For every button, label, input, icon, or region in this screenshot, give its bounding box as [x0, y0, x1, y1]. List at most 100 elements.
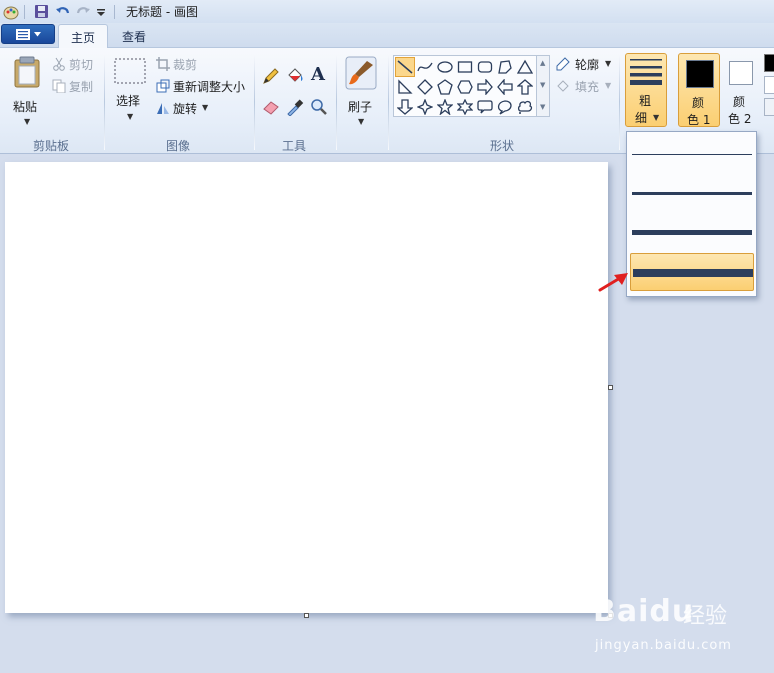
scissors-icon [53, 57, 65, 71]
save-icon[interactable] [33, 4, 49, 20]
shape-left-arrow[interactable] [495, 77, 515, 97]
rotate-button[interactable]: 旋转 ▼ [156, 99, 212, 117]
fill-tool[interactable] [284, 65, 306, 87]
shape-hexagon[interactable] [455, 77, 475, 97]
chevron-down-icon: ▼ [605, 81, 612, 90]
undo-icon[interactable] [55, 4, 71, 20]
left-arrow-icon [497, 79, 513, 95]
scroll-down-icon[interactable]: ▼ [540, 81, 545, 89]
outline-button[interactable]: 轮廓 ▼ [555, 55, 613, 73]
red-pointer-arrow-icon [598, 273, 628, 292]
resize-button[interactable]: 重新调整大小 [156, 77, 248, 95]
drawing-canvas[interactable] [5, 162, 608, 613]
paint-bucket-icon [288, 68, 303, 82]
shapes-gallery [393, 55, 537, 117]
size-option-5px[interactable] [630, 213, 754, 251]
palette-swatch-black[interactable] [764, 54, 774, 72]
crop-icon [156, 57, 170, 71]
shape-right-arrow[interactable] [475, 77, 495, 97]
down-arrow-icon [397, 99, 413, 115]
rotate-icon [157, 103, 169, 114]
watermark-url: jingyan.baidu.com [595, 638, 732, 653]
app-menu-button[interactable] [1, 24, 55, 44]
shape-pentagon[interactable] [435, 77, 455, 97]
shape-diamond[interactable] [415, 77, 435, 97]
palette-swatch-empty[interactable] [764, 98, 774, 116]
shapes-scrollbar[interactable]: ▲ ▼ ▼ [537, 55, 550, 117]
chevron-down-icon: ▼ [202, 103, 209, 112]
color2-button[interactable]: 颜 色 2 [722, 53, 764, 127]
resize-handle-bottom[interactable] [304, 613, 309, 618]
fill-button[interactable]: 填充 ▼ [555, 77, 613, 95]
shape-line[interactable] [395, 57, 415, 77]
cut-button[interactable]: 剪切 [52, 55, 100, 73]
size-option-8px[interactable] [630, 253, 754, 291]
brushes-button[interactable]: 刷子 ▼ [342, 54, 380, 126]
color1-button[interactable]: 颜 色 1 [678, 53, 720, 127]
shape-up-arrow[interactable] [515, 77, 535, 97]
six-point-star-icon [457, 99, 473, 115]
palette-swatch-white[interactable] [764, 76, 774, 94]
size-option-line [632, 154, 752, 155]
size-option-1px[interactable] [630, 135, 754, 173]
group-label-tools: 工具 [282, 139, 307, 153]
pencil-tool[interactable] [260, 65, 282, 87]
magnifier-icon [311, 99, 327, 115]
paste-button[interactable]: 粘贴 ▼ [8, 54, 46, 126]
magnifier-tool[interactable] [308, 96, 330, 118]
size-option-3px[interactable] [630, 174, 754, 212]
shape-oval-callout[interactable] [495, 97, 515, 117]
resize-handle-right[interactable] [608, 385, 613, 390]
select-rectangle-icon [114, 58, 146, 84]
select-button[interactable]: 选择 ▼ [112, 56, 148, 126]
copy-button[interactable]: 复制 [52, 77, 100, 95]
watermark-cn: 经验 [683, 604, 728, 629]
group-label-image: 图像 [166, 139, 191, 153]
resize-icon [156, 79, 170, 93]
text-tool[interactable]: A [308, 64, 330, 87]
size-option-line [633, 269, 753, 277]
right-triangle-icon [398, 79, 413, 94]
diamond-icon [417, 79, 433, 95]
shape-down-arrow[interactable] [395, 97, 415, 117]
shape-oval[interactable] [435, 57, 455, 77]
expand-gallery-icon[interactable]: ▼ [540, 103, 545, 111]
tab-view[interactable]: 查看 [110, 24, 158, 48]
redo-icon[interactable] [75, 4, 91, 20]
rounded-callout-icon [477, 100, 493, 114]
scroll-up-icon[interactable]: ▲ [540, 59, 545, 67]
pentagon-icon [437, 79, 453, 95]
window-title: 无标题 - 画图 [126, 5, 198, 19]
five-point-star-icon [437, 99, 453, 115]
shape-rounded-rectangle[interactable] [475, 57, 495, 77]
shape-six-point-star[interactable] [455, 97, 475, 117]
color-picker-tool[interactable] [284, 96, 306, 118]
shape-triangle[interactable] [515, 57, 535, 77]
curve-icon [417, 62, 433, 72]
shape-right-triangle[interactable] [395, 77, 415, 97]
shape-curve[interactable] [415, 57, 435, 77]
copy-icon [52, 79, 66, 93]
group-label-shapes: 形状 [490, 139, 515, 153]
group-label-clipboard: 剪贴板 [33, 139, 70, 153]
eraser-tool[interactable] [260, 96, 282, 118]
oval-icon [437, 61, 453, 73]
menu-icon [15, 28, 30, 40]
cloud-callout-icon [517, 100, 533, 114]
watermark-brand: Baidu [593, 594, 695, 629]
size-option-line [632, 192, 752, 195]
customize-toolbar-icon[interactable] [93, 4, 109, 20]
title-bar: 无标题 - 画图 [0, 0, 774, 23]
color2-swatch [729, 61, 753, 85]
crop-button[interactable]: 裁剪 [156, 55, 206, 73]
shape-four-point-star[interactable] [415, 97, 435, 117]
size-button[interactable]: 粗 细 ▼ [625, 53, 667, 127]
shape-cloud-callout[interactable] [515, 97, 535, 117]
shape-polygon[interactable] [495, 57, 515, 77]
shape-rounded-callout[interactable] [475, 97, 495, 117]
tab-home[interactable]: 主页 [58, 24, 109, 49]
hexagon-icon [457, 80, 473, 94]
paint-app-icon[interactable] [3, 4, 19, 20]
shape-five-point-star[interactable] [435, 97, 455, 117]
shape-rectangle[interactable] [455, 57, 475, 77]
